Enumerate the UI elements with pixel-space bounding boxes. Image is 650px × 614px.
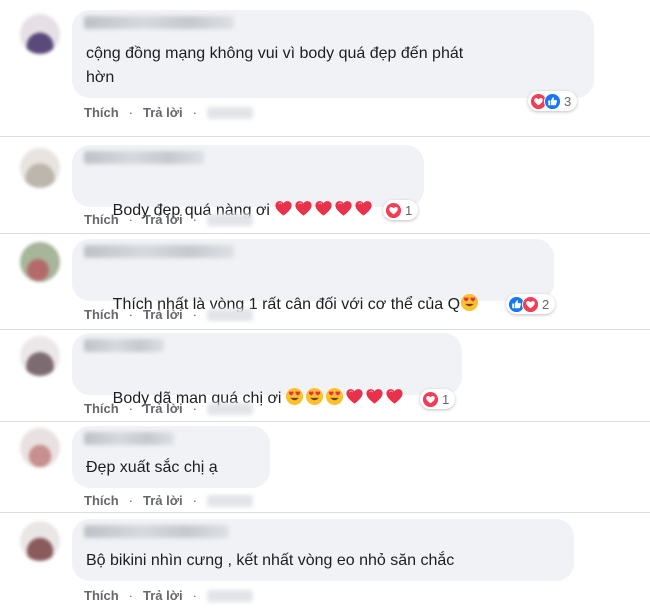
- separator: ·: [192, 588, 197, 603]
- reply-link[interactable]: Trả lời: [143, 401, 183, 416]
- reply-link[interactable]: Trả lời: [143, 588, 183, 603]
- reaction-summary[interactable]: 3: [528, 91, 578, 111]
- heart-eyes-emoji-icon: [305, 387, 324, 406]
- reaction-summary[interactable]: 1: [383, 200, 419, 220]
- like-link[interactable]: Thích: [84, 307, 119, 322]
- separator: ·: [128, 493, 134, 508]
- heart-eyes-emoji-icon: [460, 293, 479, 312]
- commenter-name[interactable]: [84, 339, 164, 352]
- avatar[interactable]: [20, 242, 60, 282]
- reply-link[interactable]: Trả lời: [143, 493, 183, 508]
- comment-text: Bộ bikini nhìn cưng , kết nhất vòng eo n…: [86, 552, 455, 569]
- heart-emoji-icon: [314, 199, 333, 218]
- separator: ·: [128, 212, 134, 227]
- comment-text: Đẹp xuất sắc chị ạ: [86, 459, 218, 476]
- reaction-summary[interactable]: 2: [506, 294, 556, 314]
- heart-reaction-icon: [385, 202, 402, 219]
- comment-actions: Thích · Trả lời ·: [84, 493, 253, 508]
- reply-link[interactable]: Trả lời: [143, 105, 183, 120]
- comment-bubble: Body dã man quá chị ơi: [72, 333, 462, 407]
- reply-link[interactable]: Trả lời: [143, 307, 183, 322]
- comment-bubble: cộng đồng mạng không vui vì body quá đẹp…: [72, 10, 594, 98]
- heart-emoji-icon: [345, 387, 364, 406]
- comment-text: cộng đồng mạng không vui vì body quá đẹp…: [86, 45, 464, 86]
- separator: ·: [128, 401, 134, 416]
- separator: ·: [128, 588, 134, 603]
- like-reaction-icon: [544, 93, 561, 110]
- heart-eyes-emoji-icon: [285, 387, 304, 406]
- timestamp[interactable]: [206, 308, 253, 321]
- like-link[interactable]: Thích: [84, 493, 119, 508]
- avatar[interactable]: [20, 521, 60, 561]
- reaction-count: 3: [564, 93, 572, 109]
- heart-emoji-icon: [294, 199, 313, 218]
- separator: ·: [192, 105, 197, 120]
- commenter-name[interactable]: [84, 16, 234, 29]
- separator: ·: [192, 307, 197, 322]
- emoji-row: [274, 199, 373, 218]
- comment-bubble: Đẹp xuất sắc chị ạ: [72, 426, 270, 488]
- heart-reaction-icon: [422, 391, 439, 408]
- comment-bubble: Thích nhất là vòng 1 rất cân đối với cơ …: [72, 239, 554, 313]
- comment-divider: [0, 512, 650, 513]
- timestamp[interactable]: [206, 213, 253, 226]
- separator: ·: [192, 401, 197, 416]
- like-link[interactable]: Thích: [84, 212, 119, 227]
- emoji-row: [460, 293, 479, 312]
- separator: ·: [128, 307, 134, 322]
- separator: ·: [128, 105, 134, 120]
- heart-emoji-icon: [334, 199, 353, 218]
- heart-emoji-icon: [365, 387, 384, 406]
- heart-emoji-icon: [385, 387, 404, 406]
- comment-bubble: Bộ bikini nhìn cưng , kết nhất vòng eo n…: [72, 519, 574, 581]
- heart-reaction-icon: [522, 296, 539, 313]
- comment-divider: [0, 136, 650, 137]
- comment-text: Body đẹp quá nàng ơi: [86, 175, 373, 247]
- commenter-name[interactable]: [84, 525, 229, 538]
- comment-bubble: Body đẹp quá nàng ơi: [72, 145, 424, 219]
- commenter-name[interactable]: [84, 151, 204, 164]
- separator: ·: [192, 212, 197, 227]
- avatar[interactable]: [20, 14, 60, 54]
- reaction-summary[interactable]: 1: [420, 389, 456, 409]
- comment-actions: Thích · Trả lời ·: [84, 401, 253, 416]
- commenter-name[interactable]: [84, 245, 234, 258]
- heart-emoji-icon: [274, 199, 293, 218]
- comment-actions: Thích · Trả lời ·: [84, 212, 253, 227]
- avatar[interactable]: [20, 428, 60, 468]
- avatar[interactable]: [20, 336, 60, 376]
- reply-link[interactable]: Trả lời: [143, 212, 183, 227]
- timestamp[interactable]: [206, 106, 253, 119]
- like-link[interactable]: Thích: [84, 401, 119, 416]
- comment-text: Thích nhất là vòng 1 rất cân đối với cơ …: [86, 269, 479, 341]
- reaction-count: 2: [542, 296, 550, 312]
- timestamp[interactable]: [206, 589, 253, 602]
- heart-eyes-emoji-icon: [325, 387, 344, 406]
- separator: ·: [192, 493, 197, 508]
- comment-actions: Thích · Trả lời ·: [84, 588, 253, 603]
- timestamp[interactable]: [206, 494, 253, 507]
- avatar[interactable]: [20, 148, 60, 188]
- heart-emoji-icon: [354, 199, 373, 218]
- timestamp[interactable]: [206, 402, 253, 415]
- comment-actions: Thích · Trả lời ·: [84, 307, 253, 322]
- reaction-count: 1: [442, 391, 450, 407]
- comment-actions: Thích · Trả lời ·: [84, 105, 253, 120]
- commenter-name[interactable]: [84, 432, 174, 445]
- like-link[interactable]: Thích: [84, 105, 119, 120]
- emoji-row: [285, 387, 404, 406]
- comment-text: Body dã man quá chị ơi: [86, 363, 404, 435]
- like-link[interactable]: Thích: [84, 588, 119, 603]
- reaction-count: 1: [405, 202, 413, 218]
